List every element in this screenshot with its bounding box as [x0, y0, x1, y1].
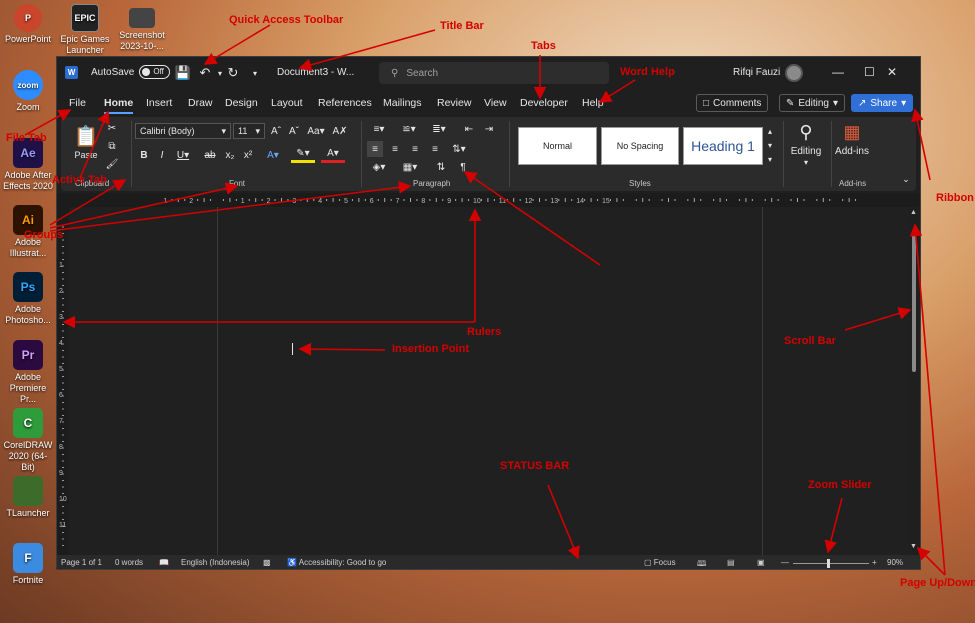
arrow-page-down [916, 546, 946, 576]
annotation-groups: Groups [24, 229, 64, 241]
annotation-active-tab: Active Tab [52, 174, 107, 186]
annotation-title-bar: Title Bar [440, 20, 484, 32]
annotation-quick-access-toolbar: Quick Access Toolbar [229, 14, 344, 26]
annotation-rulers: Rulers [467, 326, 502, 338]
arrow-group-styles [463, 171, 601, 266]
annotation-arrows [24, 24, 946, 576]
arrow-quick-access [203, 24, 271, 65]
annotation-zoom-slider: Zoom Slider [808, 479, 872, 491]
annotation-ribbon: Ribbon [936, 192, 974, 204]
annotation-tabs: Tabs [531, 40, 556, 52]
annotation-file-tab: File Tab [6, 132, 47, 144]
annotation-word-help: Word Help [620, 66, 675, 78]
arrow-insertion-point [298, 342, 386, 356]
annotation-scroll-bar: Scroll Bar [784, 335, 836, 347]
arrow-page-up [909, 223, 946, 576]
arrow-group-font [49, 182, 239, 229]
annotation-insertion-point: Insertion Point [392, 343, 469, 355]
arrow-ribbon [911, 108, 931, 181]
annotation-status-bar: STATUS BAR [500, 460, 570, 472]
arrow-zoom-slider [824, 497, 843, 554]
arrow-status-bar [547, 484, 580, 560]
arrow-group-clipboard [49, 179, 127, 226]
arrow-active-tab [79, 110, 110, 179]
arrow-scroll-bar [844, 307, 912, 331]
annotation-page-up-down: Page Up/Down [900, 577, 975, 589]
arrow-title-bar [298, 29, 436, 72]
arrow-word-help [598, 79, 636, 103]
